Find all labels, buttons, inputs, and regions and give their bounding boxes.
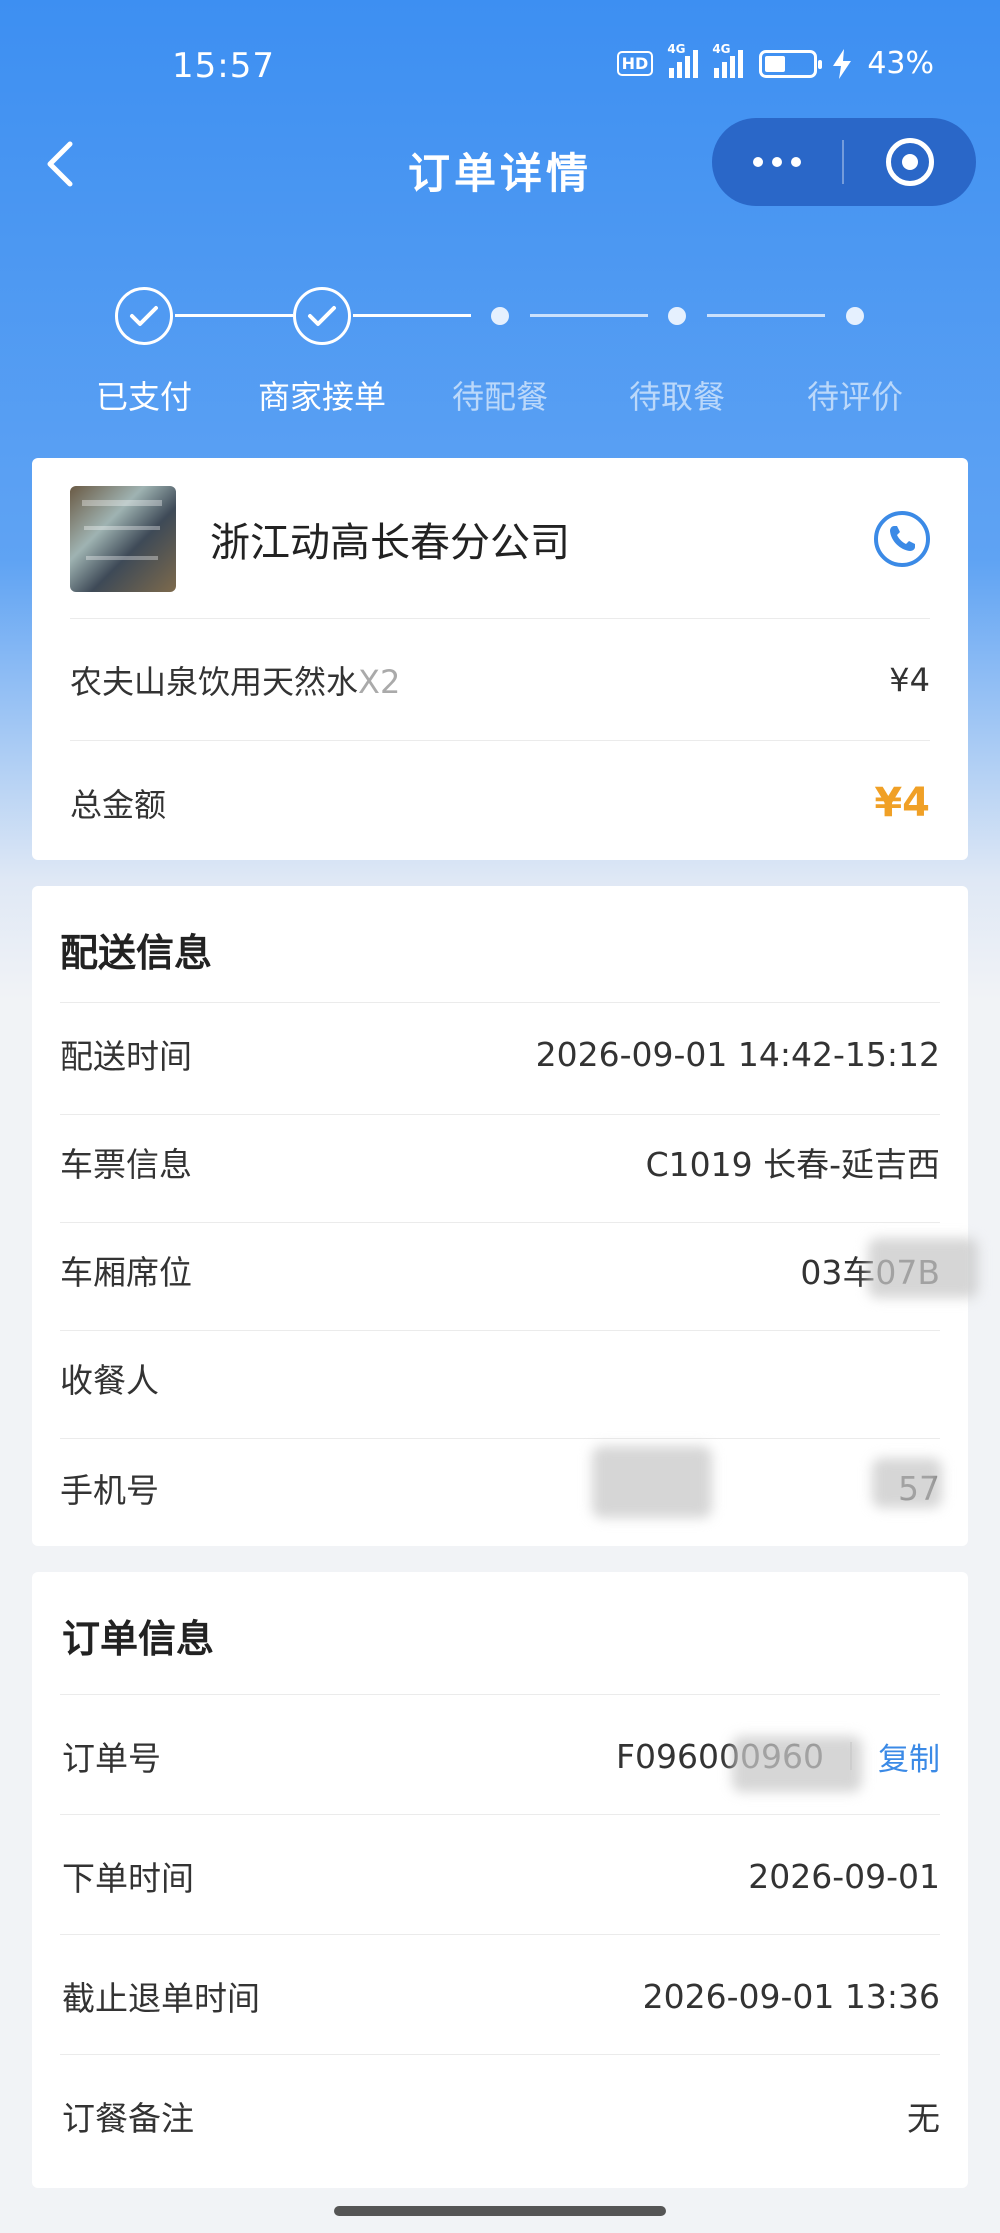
section-title-delivery: 配送信息 (60, 931, 213, 975)
order-remark-row: 订餐备注 无 (62, 2082, 940, 2150)
step-pending-dot (491, 307, 509, 325)
order-summary-card: 浙江动高长春分公司 农夫山泉饮用天然水X2 ¥4 总金额 ¥4 (32, 458, 968, 860)
redaction-mark (592, 1446, 712, 1518)
shop-header: 浙江动高长春分公司 (70, 484, 930, 594)
divider (60, 1934, 940, 1935)
home-indicator[interactable] (334, 2206, 666, 2216)
order-time-value: 2026-09-01 (748, 1856, 940, 1896)
step-check-icon (293, 287, 351, 345)
step-connector (175, 314, 293, 317)
order-time-row: 下单时间 2026-09-01 (62, 1842, 940, 1910)
total-amount: ¥4 (874, 780, 930, 826)
delivery-info-card: 配送信息 配送时间 2026-09-01 14:42-15:12 车票信息 C1… (32, 886, 978, 1546)
divider (60, 1330, 940, 1331)
item-quantity: X2 (358, 663, 401, 701)
delivery-time-row: 配送时间 2026-09-01 14:42-15:12 (60, 1020, 940, 1088)
redaction-mark (868, 1238, 978, 1298)
phone-row: 手机号 57 (60, 1454, 940, 1522)
refund-deadline-label: 截止退单时间 (62, 1979, 260, 2018)
item-price: ¥4 (889, 661, 930, 699)
divider (60, 1694, 940, 1695)
step-label-accepted: 商家接单 (257, 378, 386, 416)
ticket-info-label: 车票信息 (60, 1145, 192, 1184)
divider (60, 1002, 940, 1003)
delivery-time-label: 配送时间 (60, 1037, 192, 1076)
step-connector (353, 314, 471, 317)
order-info-card: 订单信息 订单号 F096000960 复制 下单时间 2026-09-01 截… (32, 1572, 968, 2188)
delivery-time-value: 2026-09-01 14:42-15:12 (535, 1034, 940, 1074)
order-progress: 已支付 商家接单 待配餐 待取餐 待评价 (0, 0, 1000, 420)
step-pending-dot (668, 307, 686, 325)
copy-order-number-button[interactable]: 复制 (878, 1734, 940, 1779)
item-text: 农夫山泉饮用天然水X2 (70, 657, 400, 703)
step-label-paid: 已支付 (95, 378, 192, 416)
call-shop-button[interactable] (874, 511, 930, 567)
refund-deadline-value: 2026-09-01 13:36 (642, 1976, 940, 2016)
divider (70, 618, 930, 619)
step-check-icon (115, 287, 173, 345)
step-connector (530, 314, 648, 317)
recipient-row: 收餐人 (60, 1344, 940, 1412)
step-label-preparing: 待配餐 (451, 378, 548, 416)
total-label: 总金额 (70, 786, 167, 824)
step-label-review: 待评价 (806, 378, 903, 416)
item-name: 农夫山泉饮用天然水 (70, 663, 359, 701)
step-label-pickup: 待取餐 (628, 378, 725, 416)
shop-thumbnail (70, 486, 176, 592)
order-number-label: 订单号 (62, 1739, 161, 1778)
order-remark-value: 无 (907, 2099, 940, 2138)
item-row: 农夫山泉饮用天然水X2 ¥4 (70, 658, 930, 702)
refund-deadline-row: 截止退单时间 2026-09-01 13:36 (62, 1962, 940, 2030)
shop-name: 浙江动高长春分公司 (210, 520, 570, 566)
divider (60, 1814, 940, 1815)
section-title-order: 订单信息 (62, 1617, 215, 1661)
ticket-info-value: C1019 长春-延吉西 (645, 1145, 940, 1184)
seat-row: 车厢席位 03车07B (60, 1236, 940, 1304)
order-time-label: 下单时间 (62, 1859, 194, 1898)
divider (60, 1114, 940, 1115)
phone-label: 手机号 (60, 1471, 159, 1510)
divider (60, 2054, 940, 2055)
ticket-info-row: 车票信息 C1019 长春-延吉西 (60, 1128, 940, 1196)
redaction-mark (872, 1458, 942, 1508)
phone-icon (890, 526, 915, 551)
divider (60, 1222, 940, 1223)
step-connector (707, 314, 825, 317)
divider (70, 740, 930, 741)
total-row: 总金额 ¥4 (70, 778, 930, 828)
step-pending-dot (846, 307, 864, 325)
order-remark-label: 订餐备注 (62, 2099, 194, 2138)
seat-label: 车厢席位 (60, 1253, 192, 1292)
divider (60, 1438, 940, 1439)
redaction-mark (732, 1736, 862, 1792)
recipient-label: 收餐人 (60, 1361, 159, 1400)
